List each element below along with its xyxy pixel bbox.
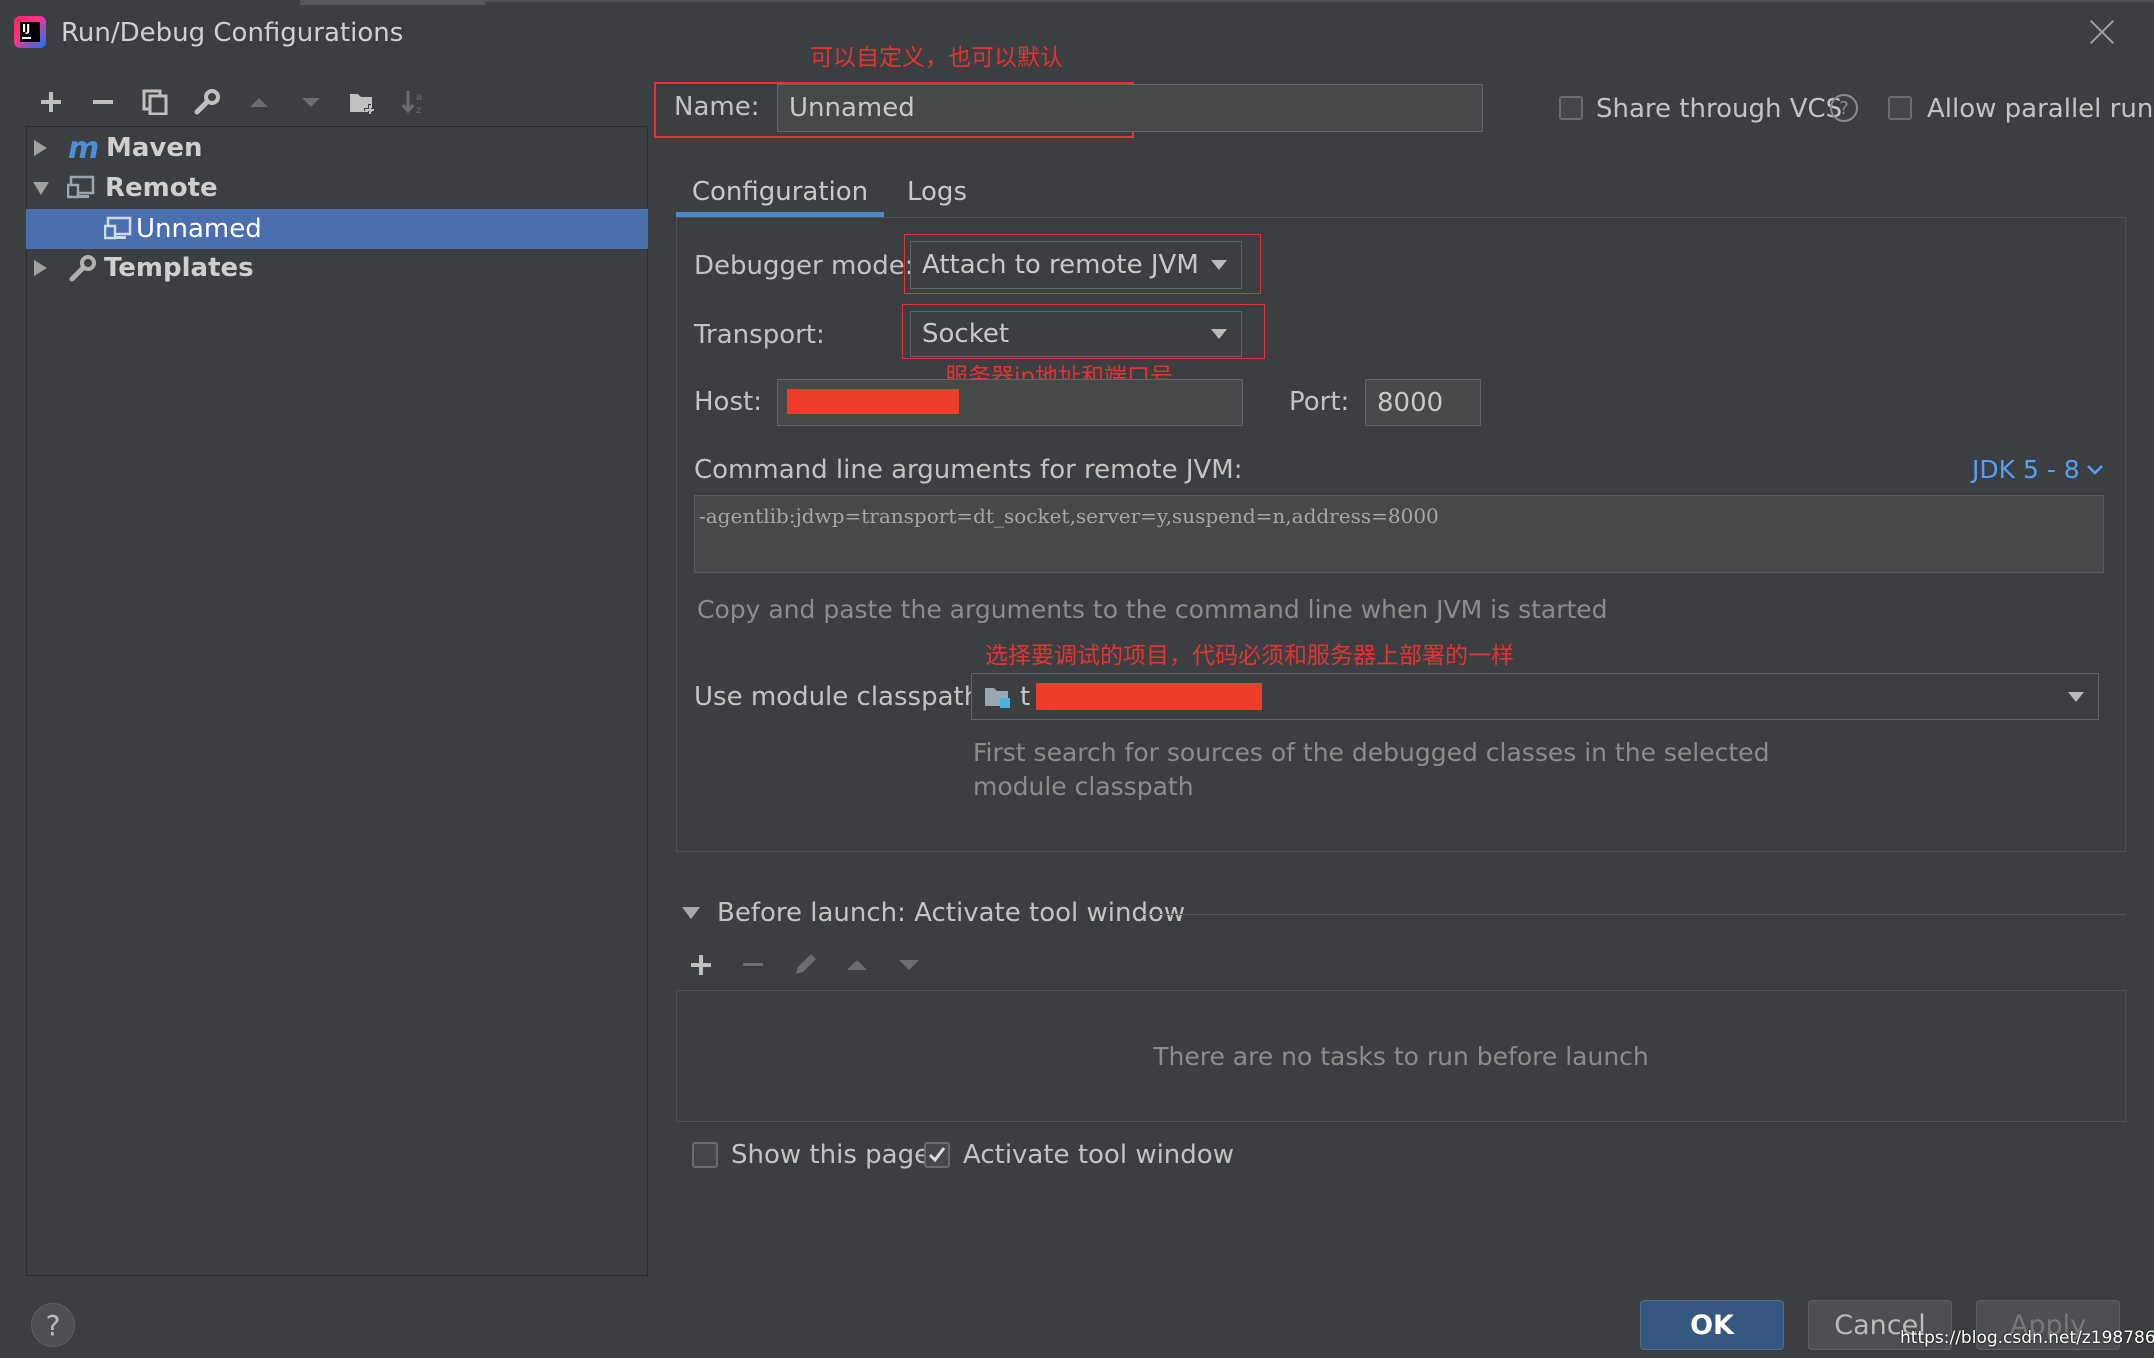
tab-logs[interactable]: Logs — [900, 168, 974, 216]
add-configuration-button[interactable] — [35, 86, 67, 118]
remote-icon — [67, 175, 95, 199]
cmd-args-hint: Copy and paste the arguments to the comm… — [697, 595, 1608, 624]
annotation-name-note: 可以自定义，也可以默认 — [810, 45, 1063, 71]
help-circle-icon[interactable]: ? — [1830, 94, 1858, 122]
ok-button[interactable]: OK — [1640, 1300, 1784, 1350]
transport-select[interactable]: Socket — [910, 311, 1242, 357]
remove-configuration-button[interactable] — [87, 86, 119, 118]
share-vcs-checkbox[interactable] — [1559, 96, 1583, 120]
module-classpath-select[interactable]: t — [971, 673, 2099, 720]
help-button[interactable]: ? — [31, 1303, 75, 1347]
expand-arrow-icon[interactable] — [34, 260, 48, 276]
show-page-label: Show this page — [731, 1140, 931, 1170]
allow-parallel-checkbox[interactable] — [1888, 96, 1912, 120]
tree-item-label: Maven — [106, 133, 203, 163]
move-down-button[interactable] — [295, 86, 327, 118]
activate-tool-window-checkbox[interactable] — [924, 1142, 950, 1168]
port-input[interactable]: 8000 — [1365, 379, 1481, 426]
folder-plus-icon — [350, 94, 375, 115]
sort-button[interactable]: az — [399, 86, 431, 118]
module-folder-icon — [985, 687, 1010, 708]
module-classpath-label: Use module classpath: — [694, 682, 989, 712]
redacted-module-name — [1036, 683, 1263, 710]
debugger-mode-select[interactable]: Attach to remote JVM — [910, 241, 1242, 289]
tree-item-label: Remote — [105, 173, 218, 203]
before-launch-up-button[interactable] — [844, 952, 870, 982]
cmd-args-textarea[interactable]: -agentlib:jdwp=transport=dt_socket,serve… — [694, 495, 2104, 573]
expand-arrow-icon[interactable] — [34, 140, 48, 156]
before-launch-edit-button[interactable] — [792, 950, 820, 982]
svg-text:z: z — [416, 105, 421, 116]
tab-configuration[interactable]: Configuration — [676, 168, 884, 216]
title-strip-secondary — [485, 0, 2154, 2]
copy-icon — [142, 89, 168, 115]
tree-item-label: Unnamed — [136, 214, 262, 244]
edit-templates-button[interactable] — [191, 86, 223, 118]
wrench-icon — [194, 89, 220, 115]
before-launch-task-list[interactable]: There are no tasks to run before launch — [676, 990, 2126, 1122]
port-label: Port: — [1289, 387, 1350, 417]
debugger-mode-value: Attach to remote JVM — [922, 250, 1199, 280]
intellij-logo-icon: IJ — [20, 22, 40, 42]
show-page-checkbox[interactable] — [692, 1142, 718, 1168]
before-launch-down-button[interactable] — [896, 952, 922, 982]
arrow-down-icon — [899, 960, 919, 970]
chevron-down-icon — [1211, 260, 1227, 270]
tree-item-label: Templates — [104, 253, 254, 283]
jdk-version-link[interactable]: JDK 5 - 8 — [1972, 455, 2104, 484]
title-strip — [300, 0, 485, 5]
before-launch-add-button[interactable] — [688, 952, 714, 982]
watermark-text: https://blog.csdn.net/z1987865446 — [1900, 1328, 2154, 1348]
redacted-host — [787, 389, 959, 414]
no-tasks-text: There are no tasks to run before launch — [1153, 1041, 1649, 1071]
arrow-up-icon — [250, 98, 268, 107]
cmd-args-label: Command line arguments for remote JVM: — [694, 455, 1243, 485]
name-input[interactable]: Unnamed — [777, 84, 1483, 132]
tree-item-maven[interactable]: m Maven — [26, 128, 648, 168]
tree-item-unnamed[interactable]: Unnamed — [26, 209, 648, 249]
annotation-module-note: 选择要调试的项目，代码必须和服务器上部署的一样 — [985, 643, 1514, 669]
tree-item-remote[interactable]: Remote — [26, 168, 648, 208]
transport-label: Transport: — [694, 320, 825, 350]
chevron-down-icon — [2086, 464, 2103, 475]
before-launch-collapse-icon[interactable] — [682, 907, 700, 919]
transport-value: Socket — [922, 319, 1010, 349]
tree-item-templates[interactable]: Templates — [26, 248, 648, 288]
jdk-version-text: JDK 5 - 8 — [1972, 455, 2080, 484]
share-vcs-label: Share through VCS — [1596, 94, 1843, 124]
minus-icon — [93, 100, 113, 104]
minus-icon — [743, 963, 763, 966]
plus-icon — [41, 92, 61, 112]
sort-alpha-icon: az — [401, 91, 422, 116]
module-hint-line1: First search for sources of the debugged… — [973, 738, 1770, 767]
move-up-button[interactable] — [243, 86, 275, 118]
collapse-arrow-icon[interactable] — [33, 181, 49, 195]
remote-config-icon — [104, 216, 132, 240]
module-value: t — [1020, 681, 1031, 712]
new-folder-button[interactable] — [347, 86, 379, 118]
module-hint-line2: module classpath — [973, 772, 1194, 801]
chevron-down-icon — [2068, 691, 2084, 702]
window-title: Run/Debug Configurations — [61, 18, 404, 48]
close-icon[interactable] — [2088, 18, 2116, 46]
checkmark-icon — [928, 1147, 946, 1163]
maven-icon: m — [68, 130, 100, 166]
pencil-icon — [796, 954, 816, 974]
chevron-down-icon — [1211, 329, 1227, 339]
configuration-tree[interactable] — [26, 126, 648, 1276]
host-label: Host: — [694, 387, 762, 417]
before-launch-title: Before launch: Activate tool window — [717, 898, 1186, 928]
copy-configuration-button[interactable] — [139, 86, 171, 118]
activate-tool-window-label: Activate tool window — [963, 1140, 1234, 1170]
arrow-up-icon — [847, 960, 867, 970]
arrow-down-icon — [302, 98, 320, 107]
wrench-icon — [69, 255, 96, 282]
allow-parallel-label: Allow parallel run — [1927, 94, 2154, 124]
plus-icon — [691, 955, 711, 975]
svg-text:a: a — [416, 92, 422, 103]
name-label: Name: — [674, 92, 760, 122]
before-launch-remove-button[interactable] — [740, 952, 766, 982]
debugger-mode-label: Debugger mode: — [694, 251, 914, 281]
before-launch-separator — [1142, 914, 2126, 915]
